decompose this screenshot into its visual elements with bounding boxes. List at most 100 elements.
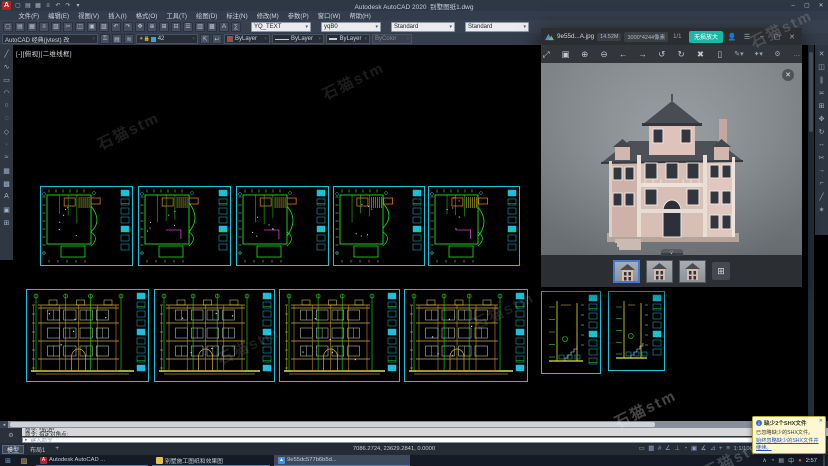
model-space-icon[interactable]: ▭	[639, 446, 645, 453]
trim-icon[interactable]: ✂	[816, 151, 827, 164]
fillet-icon[interactable]: ⌐	[816, 177, 827, 190]
ortho-icon[interactable]: ⊥	[674, 446, 680, 453]
polyline-icon[interactable]: ∿	[1, 60, 12, 73]
scale-icon[interactable]: ↔	[816, 138, 827, 151]
zoom-realtime-icon[interactable]: ⊕	[147, 22, 157, 32]
edit-image-icon[interactable]: ✎▾	[734, 50, 744, 58]
circle-icon[interactable]: ○	[1, 99, 12, 112]
rectangle-icon[interactable]: ▭	[1, 73, 12, 86]
lineweight-toggle-icon[interactable]: ≡	[726, 446, 730, 453]
undo-icon[interactable]: ↶	[54, 2, 62, 10]
new-layout-button[interactable]: +	[51, 445, 63, 454]
table-style-combo[interactable]: Standard▾	[391, 22, 455, 32]
gradient-icon[interactable]: ▩	[1, 177, 12, 190]
command-customize[interactable]: ⚙	[0, 428, 22, 443]
design-center-icon[interactable]: ▥	[195, 22, 205, 32]
tab-layout1[interactable]: 布局1	[26, 445, 49, 454]
open-icon[interactable]: ▤	[24, 2, 32, 10]
polar-icon[interactable]: ◔	[684, 446, 688, 453]
viewer-thumbnail[interactable]	[613, 260, 640, 283]
wrench-icon[interactable]: ⚙	[8, 432, 13, 439]
open-file-icon[interactable]: ▤	[15, 22, 25, 32]
hatch-icon[interactable]: ▦	[1, 164, 12, 177]
scroll-left-arrow[interactable]: ◂	[0, 421, 8, 428]
redo-icon[interactable]: ↷	[123, 22, 133, 32]
viewer-thumbnail[interactable]	[679, 260, 706, 283]
menu-item[interactable]: 工具(T)	[162, 11, 192, 20]
revcloud-icon[interactable]: ◌	[1, 112, 12, 125]
mleader-style-combo[interactable]: Standard▾	[465, 22, 529, 32]
save-icon[interactable]: ▦	[34, 2, 42, 10]
move-icon[interactable]: ✥	[816, 112, 827, 125]
osnap-icon[interactable]: ▣	[691, 446, 697, 453]
more-tools-icon[interactable]: …	[792, 51, 802, 58]
menu-item[interactable]: 编辑(E)	[44, 11, 74, 20]
command-input[interactable]: ▸ 键入命令	[22, 437, 810, 444]
viewer-account-icon[interactable]: 👤	[726, 33, 738, 41]
extend-icon[interactable]: →	[816, 164, 827, 177]
tray-expand-icon[interactable]: ∧	[762, 457, 766, 464]
notification-dot-icon[interactable]: ●	[798, 458, 802, 464]
menu-item[interactable]: 窗口(W)	[313, 11, 345, 20]
workspace-lock-icon[interactable]: ⚿	[100, 34, 110, 44]
annotate-icon[interactable]: A	[219, 22, 229, 32]
viewer-maximize-button[interactable]: ▢	[771, 33, 783, 41]
close-button[interactable]: ✕	[814, 1, 828, 11]
menu-item[interactable]: 修改(M)	[252, 11, 283, 20]
paste-icon[interactable]: ▣	[87, 22, 97, 32]
thumbnail-grid-button[interactable]: ⊞	[712, 262, 730, 280]
explode-icon[interactable]: ✶	[816, 203, 827, 216]
show-desktop-button[interactable]	[823, 455, 825, 466]
ime-indicator[interactable]: 中	[788, 456, 794, 465]
snap-icon[interactable]: #	[658, 446, 662, 453]
dim-style-combo[interactable]: yqB0▾	[321, 22, 381, 32]
lineweight-combo[interactable]: ByLayer▾	[326, 34, 370, 44]
tool-palettes-icon[interactable]: ▩	[207, 22, 217, 32]
infer-icon[interactable]: ∠	[665, 446, 671, 453]
menu-item[interactable]: 绘图(D)	[192, 11, 222, 20]
menu-item[interactable]: 参数(P)	[283, 11, 313, 20]
copy-icon[interactable]: ◫	[75, 22, 85, 32]
previous-image-icon[interactable]: ←	[618, 49, 628, 59]
workspace-dropdown-icon[interactable]: ▾	[74, 2, 82, 10]
properties-icon[interactable]: ☰	[183, 22, 193, 32]
layer-previous-icon[interactable]: ↩	[212, 34, 222, 44]
fullscreen-icon[interactable]: ⤢	[541, 49, 551, 60]
make-layer-current-icon[interactable]: ⇱	[200, 34, 210, 44]
viewer-close-button[interactable]: ✕	[786, 33, 798, 41]
next-image-icon[interactable]: →	[637, 49, 647, 59]
linetype-combo[interactable]: ByLayer▾	[272, 34, 324, 44]
rotate-icon[interactable]: ↻	[816, 125, 827, 138]
pan-icon[interactable]: ✥	[135, 22, 145, 32]
erase-icon[interactable]: ✕	[816, 47, 827, 60]
text-style-combo[interactable]: YQ_TEXT▾	[251, 22, 311, 32]
offset-icon[interactable]: ≍	[816, 86, 827, 99]
chamfer-icon[interactable]: ╱	[816, 190, 827, 203]
layer-combo[interactable]: ☀🔒 42▾	[136, 34, 198, 44]
arc-icon[interactable]: ◠	[1, 86, 12, 99]
start-button-icon[interactable]: ⊞	[0, 455, 16, 466]
menu-item[interactable]: 标注(N)	[222, 11, 252, 20]
balloon-link[interactable]: 始终忽略缺少的SHX文件并继续。	[756, 437, 822, 451]
text-icon[interactable]: A	[1, 190, 12, 203]
viewport-controls-label[interactable]: [-][俯视][二维线框]	[16, 48, 72, 58]
plot-icon[interactable]: ≡	[39, 22, 49, 32]
grid-icon[interactable]: ▦	[648, 446, 654, 453]
beautify-icon[interactable]: ✦▾	[753, 50, 763, 58]
color-combo[interactable]: ByLayer▾	[224, 34, 270, 44]
viewer-thumbnail[interactable]	[646, 260, 673, 283]
balloon-close-icon[interactable]: ✕	[819, 418, 823, 424]
viewer-minimize-button[interactable]: –	[756, 33, 768, 40]
autocad-app-logo-icon[interactable]: A	[2, 1, 11, 10]
network-icon[interactable]: ◔	[771, 458, 775, 464]
tab-model[interactable]: 模型	[2, 445, 24, 454]
file-explorer-icon[interactable]: ▨	[16, 455, 32, 466]
polygon-icon[interactable]: ◇	[1, 125, 12, 138]
fit-screen-icon[interactable]: ▣	[560, 49, 570, 60]
spline-icon[interactable]: ≈	[1, 151, 12, 164]
zoom-in-icon[interactable]: ⊕	[580, 49, 590, 60]
workspace-combo[interactable]: AutoCAD 经典(jvtest) 改▾	[2, 34, 98, 44]
zoom-window-icon[interactable]: ⊞	[159, 22, 169, 32]
otrack-icon[interactable]: ∡	[701, 446, 707, 453]
cut-icon[interactable]: ✂	[63, 22, 73, 32]
